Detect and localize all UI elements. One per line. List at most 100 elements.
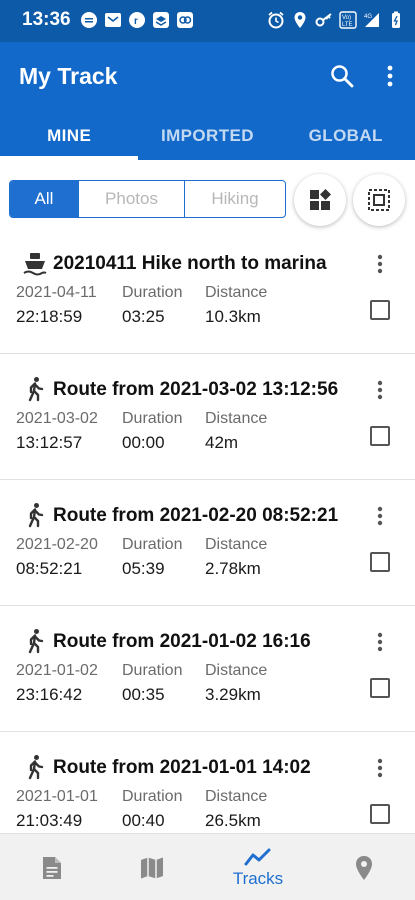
svg-text:r: r bbox=[134, 16, 138, 27]
segment-all[interactable]: All bbox=[10, 181, 78, 217]
track-item[interactable]: 20210411 Hike north to marina 2021-04-11… bbox=[0, 228, 415, 354]
category-segmented-control: All Photos Hiking bbox=[9, 180, 286, 218]
svg-text:LTE: LTE bbox=[342, 22, 353, 28]
track-time: 22:18:59 bbox=[16, 307, 83, 326]
track-list: 20210411 Hike north to marina 2021-04-11… bbox=[0, 228, 415, 833]
tab-mine[interactable]: MINE bbox=[0, 117, 139, 160]
nav-tracks[interactable]: Tracks bbox=[206, 834, 310, 900]
select-all-button[interactable] bbox=[353, 174, 405, 226]
distance-label: Distance bbox=[205, 662, 268, 679]
track-item[interactable]: Route from 2021-03-02 13:12:56 2021-03-0… bbox=[0, 354, 415, 480]
track-time: 08:52:21 bbox=[16, 559, 83, 578]
track-date: 2021-04-11 bbox=[16, 284, 97, 301]
view-mode-icon bbox=[310, 189, 331, 210]
tab-imported[interactable]: IMPORTED bbox=[138, 117, 276, 160]
walk-icon bbox=[28, 377, 44, 402]
item-menu-icon[interactable] bbox=[372, 757, 388, 779]
distance-label: Distance bbox=[205, 788, 268, 805]
status-time: 13:36 bbox=[22, 9, 71, 30]
track-duration: 05:39 bbox=[122, 559, 165, 578]
track-checkbox[interactable] bbox=[370, 300, 390, 320]
alarm-icon bbox=[268, 11, 284, 29]
segment-photos[interactable]: Photos bbox=[78, 181, 184, 217]
track-time: 21:03:49 bbox=[16, 811, 83, 830]
duration-label: Duration bbox=[122, 536, 183, 553]
segment-hiking[interactable]: Hiking bbox=[184, 181, 285, 217]
track-checkbox[interactable] bbox=[370, 678, 390, 698]
volte-icon: Vo)LTE bbox=[339, 11, 357, 29]
track-distance: 10.3km bbox=[205, 307, 261, 326]
track-name: Route from 2021-03-02 13:12:56 bbox=[53, 379, 339, 400]
track-name: Route from 2021-01-02 16:16 bbox=[53, 631, 311, 652]
track-distance: 2.78km bbox=[205, 559, 261, 578]
track-item[interactable]: Route from 2021-02-20 08:52:21 2021-02-2… bbox=[0, 480, 415, 606]
location-pin-icon bbox=[356, 855, 372, 880]
track-duration: 00:35 bbox=[122, 685, 165, 704]
system-icons: Vo) LTE 4G bbox=[267, 11, 405, 29]
tab-global[interactable]: GLOBAL bbox=[277, 117, 415, 160]
distance-label: Distance bbox=[205, 536, 268, 553]
view-mode-button[interactable] bbox=[294, 174, 346, 226]
bottom-navigation: Tracks bbox=[0, 833, 415, 900]
track-distance: 3.29km bbox=[205, 685, 261, 704]
track-time: 23:16:42 bbox=[16, 685, 83, 704]
track-name: Route from 2021-01-01 14:02 bbox=[53, 757, 311, 778]
track-date: 2021-01-02 bbox=[16, 662, 98, 679]
track-checkbox[interactable] bbox=[370, 426, 390, 446]
track-time: 13:12:57 bbox=[16, 433, 83, 452]
walk-icon bbox=[28, 503, 44, 528]
photos-app-icon bbox=[177, 12, 193, 28]
app-bar: My Track MINE IMPORTED GLOBAL bbox=[0, 42, 415, 160]
track-distance: 26.5km bbox=[205, 811, 261, 830]
more-vert-icon[interactable] bbox=[378, 63, 402, 89]
nav-tracks-label: Tracks bbox=[232, 868, 284, 888]
duration-label: Duration bbox=[122, 662, 183, 679]
location-icon bbox=[294, 12, 306, 28]
item-menu-icon[interactable] bbox=[372, 631, 388, 653]
track-duration: 03:25 bbox=[122, 307, 165, 326]
tab-bar: MINE IMPORTED GLOBAL bbox=[0, 117, 415, 160]
item-menu-icon[interactable] bbox=[372, 505, 388, 527]
track-date: 2021-03-02 bbox=[16, 410, 98, 427]
distance-label: Distance bbox=[205, 410, 268, 427]
nav-documents[interactable] bbox=[0, 834, 104, 900]
track-distance: 42m bbox=[205, 433, 239, 452]
message-bubble-icon bbox=[81, 12, 97, 28]
document-icon bbox=[43, 856, 61, 879]
nav-places[interactable] bbox=[312, 834, 415, 900]
item-menu-icon[interactable] bbox=[372, 253, 388, 275]
status-bar: 13:36 r Vo) LTE 4G bbox=[0, 0, 415, 42]
track-item[interactable]: Route from 2021-01-01 14:02 2021-01-01 D… bbox=[0, 732, 415, 833]
map-icon bbox=[141, 857, 163, 878]
duration-label: Duration bbox=[122, 788, 183, 805]
notification-icons: r bbox=[80, 11, 194, 29]
duration-label: Duration bbox=[122, 284, 183, 301]
app-r-icon: r bbox=[129, 12, 145, 28]
layers-app-icon bbox=[153, 12, 169, 28]
svg-text:Vo): Vo) bbox=[342, 15, 351, 21]
track-name: Route from 2021-02-20 08:52:21 bbox=[53, 505, 339, 526]
track-duration: 00:40 bbox=[122, 811, 165, 830]
battery-icon bbox=[392, 11, 400, 28]
item-menu-icon[interactable] bbox=[372, 379, 388, 401]
track-checkbox[interactable] bbox=[370, 804, 390, 824]
track-checkbox[interactable] bbox=[370, 552, 390, 572]
search-icon[interactable] bbox=[329, 63, 355, 89]
app-title: My Track bbox=[19, 63, 118, 89]
track-date: 2021-01-01 bbox=[16, 788, 98, 805]
track-duration: 00:00 bbox=[122, 433, 165, 452]
signal-4g-icon: 4G bbox=[364, 13, 379, 27]
walk-icon bbox=[28, 629, 44, 654]
svg-text:4G: 4G bbox=[364, 14, 372, 20]
filter-bar: All Photos Hiking bbox=[0, 170, 415, 228]
tracks-icon bbox=[244, 848, 271, 865]
mail-icon bbox=[105, 13, 121, 27]
track-item[interactable]: Route from 2021-01-02 16:16 2021-01-02 D… bbox=[0, 606, 415, 732]
key-icon bbox=[315, 13, 332, 27]
nav-map[interactable] bbox=[100, 834, 204, 900]
walk-icon bbox=[28, 755, 44, 780]
select-all-icon bbox=[368, 189, 390, 211]
distance-label: Distance bbox=[205, 284, 268, 301]
duration-label: Duration bbox=[122, 410, 183, 427]
track-name: 20210411 Hike north to marina bbox=[53, 253, 327, 274]
